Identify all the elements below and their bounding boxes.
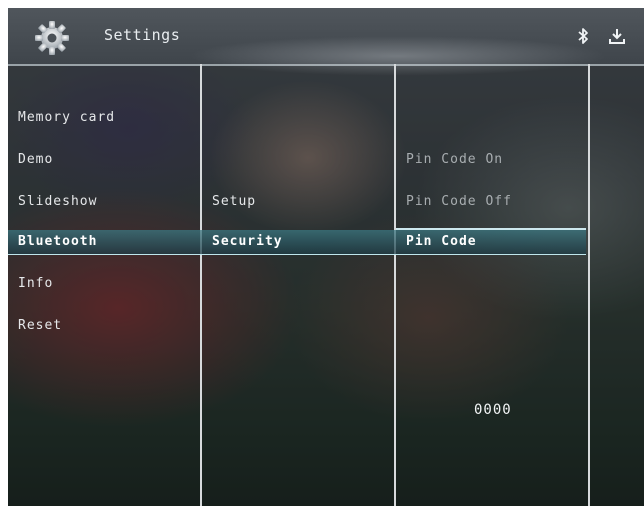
menu-item-setup[interactable]: Setup [212, 194, 256, 209]
menu-item-info[interactable]: Info [18, 276, 53, 291]
selection-glow [396, 228, 586, 230]
gear-icon [35, 21, 69, 55]
column-divider [200, 64, 202, 506]
column-divider [588, 64, 590, 506]
bluetooth-icon [574, 26, 592, 46]
menu-item-memory-card[interactable]: Memory card [18, 110, 115, 125]
menu-item-security[interactable]: Security [212, 234, 283, 249]
page-title: Settings [104, 26, 181, 44]
menu-item-pin-code-on[interactable]: Pin Code On [406, 152, 503, 167]
menu-item-slideshow[interactable]: Slideshow [18, 194, 97, 209]
menu-item-pin-code-off[interactable]: Pin Code Off [406, 194, 512, 209]
header-bar: Settings [8, 8, 644, 76]
menu-item-pin-code[interactable]: Pin Code [406, 234, 477, 249]
menu-item-reset[interactable]: Reset [18, 318, 62, 333]
header-sheen [188, 36, 608, 76]
device-screen: Settings Memory card Demo Slideshow Blue… [8, 8, 644, 506]
status-icons [574, 26, 626, 46]
pin-code-value[interactable]: 0000 [474, 402, 512, 418]
download-icon [608, 26, 626, 46]
column-divider [394, 64, 396, 506]
menu-item-bluetooth[interactable]: Bluetooth [18, 234, 97, 249]
photo-overlay [8, 8, 644, 506]
menu-item-demo[interactable]: Demo [18, 152, 53, 167]
